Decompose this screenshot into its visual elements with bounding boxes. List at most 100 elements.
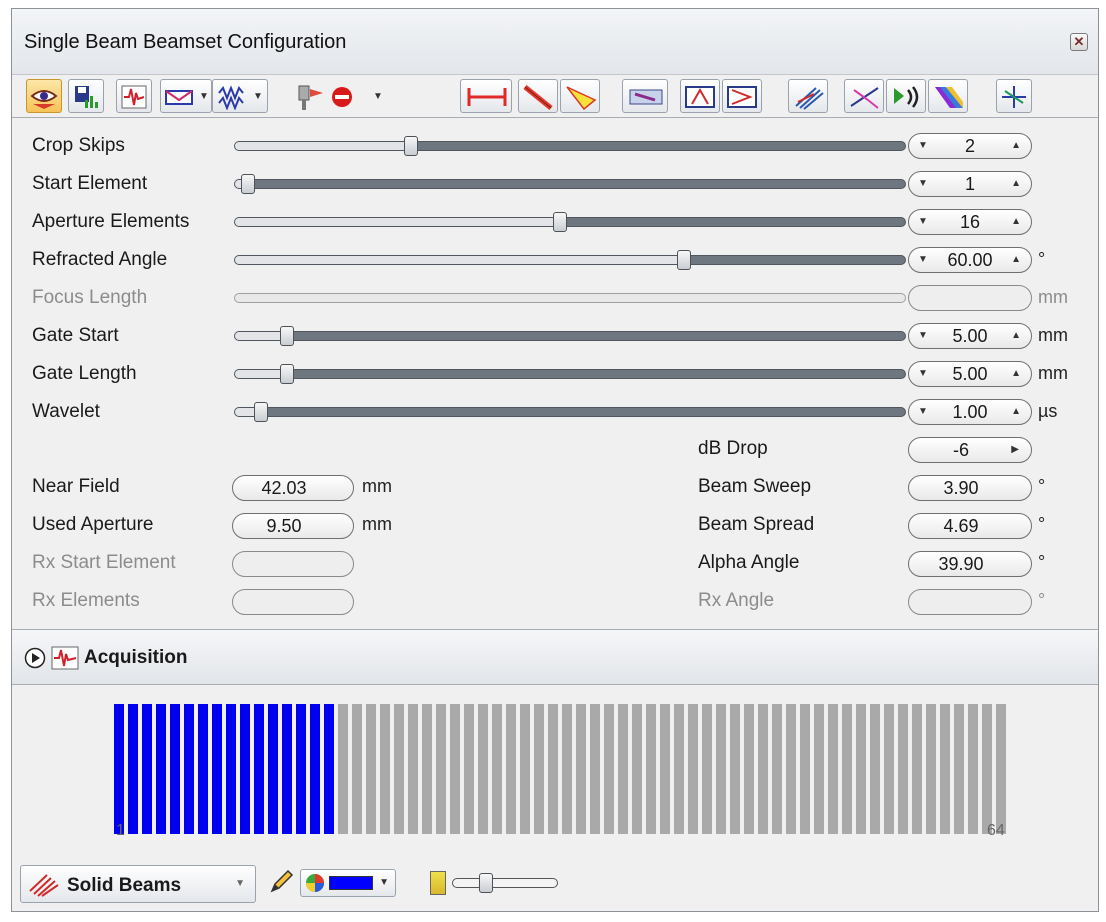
db-drop-label: dB Drop (698, 438, 768, 459)
increment-icon[interactable]: ▲ (1011, 330, 1021, 341)
decrement-icon[interactable]: ▼ (918, 406, 928, 417)
focus-length-unit: mm (1038, 287, 1068, 307)
gate-length-spinbox[interactable]: ▼ 5.00 ▲ (908, 361, 1032, 387)
refracted-angle-slider-thumb[interactable] (676, 250, 691, 270)
gate-start-unit: mm (1038, 325, 1068, 345)
increment-icon[interactable]: ▲ (1011, 368, 1021, 379)
decrement-icon[interactable]: ▼ (918, 330, 928, 341)
element-bar (492, 704, 502, 834)
gate-width-button[interactable] (460, 79, 512, 113)
beam-spread-readout: 4.69 (908, 513, 1032, 539)
color-beam-button[interactable] (928, 79, 968, 113)
element-bar (744, 704, 754, 834)
start-element-slider[interactable] (234, 174, 906, 194)
wavelet-slider[interactable] (234, 402, 906, 422)
decrement-icon[interactable]: ▼ (918, 216, 928, 227)
active-element-bar (142, 704, 152, 834)
decrement-icon[interactable]: ▼ (918, 368, 928, 379)
element-bar (758, 704, 768, 834)
gate-start-slider-thumb[interactable] (280, 326, 294, 346)
beam-cone-button[interactable] (560, 79, 600, 113)
beamset-config-window: Single Beam Beamset Configuration ✕ ▼ ▼ … (11, 8, 1099, 912)
beam-line-button[interactable] (518, 79, 558, 113)
element-bar (814, 704, 824, 834)
view-eye-button[interactable] (26, 79, 62, 113)
refracted-angle-slider[interactable] (234, 250, 906, 270)
aperture-elements-spinbox[interactable]: ▼ 16 ▲ (908, 209, 1032, 235)
beam-sweep-unit: ° (1038, 476, 1046, 496)
db-drop-selector[interactable]: -6 ▶ (908, 437, 1032, 463)
rx-elements-label: Rx Elements (32, 590, 140, 611)
refracted-angle-slider-fill (235, 256, 677, 264)
element-bar (422, 704, 432, 834)
used-aperture-unit: mm (362, 514, 392, 534)
alpha-angle-label: Alpha Angle (698, 552, 800, 573)
toolbar-separator (12, 117, 1098, 118)
wave-button[interactable]: ▼ (212, 79, 268, 113)
used-aperture-value: 9.50 (266, 516, 302, 536)
gate-width-icon (467, 88, 507, 106)
chevron-down-icon: ▼ (373, 91, 383, 102)
opacity-slider-thumb[interactable] (479, 873, 493, 893)
beam-sweep-label: Beam Sweep (698, 476, 812, 497)
element-bar (772, 704, 782, 834)
alpha-angle-readout: 39.90 (908, 551, 1032, 577)
wavelet-spinbox[interactable]: ▼ 1.00 ▲ (908, 399, 1032, 425)
probe-stop-button[interactable]: ▼ (292, 79, 386, 113)
envelope-button[interactable]: ▼ (160, 79, 212, 113)
crosshair-button[interactable] (996, 79, 1032, 113)
expand-play-icon[interactable] (24, 647, 46, 669)
render-mode-dropdown[interactable]: Solid Beams ▼ (20, 865, 256, 903)
pencil-icon[interactable] (268, 867, 296, 895)
angle-button[interactable] (680, 79, 720, 113)
increment-icon[interactable]: ▲ (1011, 216, 1021, 227)
aperture-elements-slider-fill (235, 218, 553, 226)
start-element-value: 1 (964, 174, 975, 194)
hatch-button[interactable] (788, 79, 828, 113)
refraction-button[interactable] (844, 79, 884, 113)
refraction-icon (850, 87, 879, 109)
first-element-label: 1 (116, 822, 125, 839)
start-element-slider-thumb[interactable] (241, 174, 255, 194)
save-chart-button[interactable] (68, 79, 104, 113)
focus-length-slider (234, 293, 906, 303)
increment-icon[interactable]: ▲ (1011, 406, 1021, 417)
refracted-angle-value: 60.00 (947, 250, 993, 270)
gate-start-spinbox[interactable]: ▼ 5.00 ▲ (908, 323, 1032, 349)
crop-skips-slider[interactable] (234, 136, 906, 156)
opacity-slider-track[interactable] (452, 873, 558, 893)
aperture-elements-slider-thumb[interactable] (553, 212, 567, 232)
wedge-button[interactable] (622, 79, 668, 113)
element-bar (408, 704, 418, 834)
wavelet-unit: µs (1038, 401, 1058, 421)
crop-skips-spinbox[interactable]: ▼ 2 ▲ (908, 133, 1032, 159)
waveform-button[interactable] (116, 79, 152, 113)
gate-length-slider[interactable] (234, 364, 906, 384)
decrement-icon[interactable]: ▼ (918, 254, 928, 265)
title-bar: Single Beam Beamset Configuration ✕ (12, 9, 1098, 75)
increment-icon[interactable]: ▲ (1011, 178, 1021, 189)
decrement-icon[interactable]: ▼ (918, 178, 928, 189)
toolbar: ▼ ▼ ▼ (20, 73, 1090, 117)
crosshair-icon (1002, 86, 1026, 108)
gate-length-unit: mm (1038, 363, 1068, 383)
acquisition-section-header[interactable]: Acquisition (12, 629, 1098, 685)
start-element-spinbox[interactable]: ▼ 1 ▲ (908, 171, 1032, 197)
view-eye-icon (30, 90, 58, 109)
gate-length-slider-thumb[interactable] (280, 364, 294, 384)
decrement-icon[interactable]: ▼ (918, 140, 928, 151)
opacity-icon (430, 871, 446, 895)
increment-icon[interactable]: ▲ (1011, 140, 1021, 151)
wavelet-slider-thumb[interactable] (254, 402, 268, 422)
increment-icon[interactable]: ▲ (1011, 254, 1021, 265)
delay-button[interactable] (722, 79, 762, 113)
refracted-angle-spinbox[interactable]: ▼ 60.00 ▲ (908, 247, 1032, 273)
gate-start-slider[interactable] (234, 326, 906, 346)
focus-length-spinbox (908, 285, 1032, 311)
used-aperture-readout: 9.50 (232, 513, 354, 539)
close-button[interactable]: ✕ (1070, 33, 1088, 51)
sound-emit-button[interactable] (886, 79, 926, 113)
aperture-elements-slider[interactable] (234, 212, 906, 232)
crop-skips-slider-thumb[interactable] (403, 136, 418, 156)
beam-color-picker[interactable]: ▼ (300, 869, 396, 897)
